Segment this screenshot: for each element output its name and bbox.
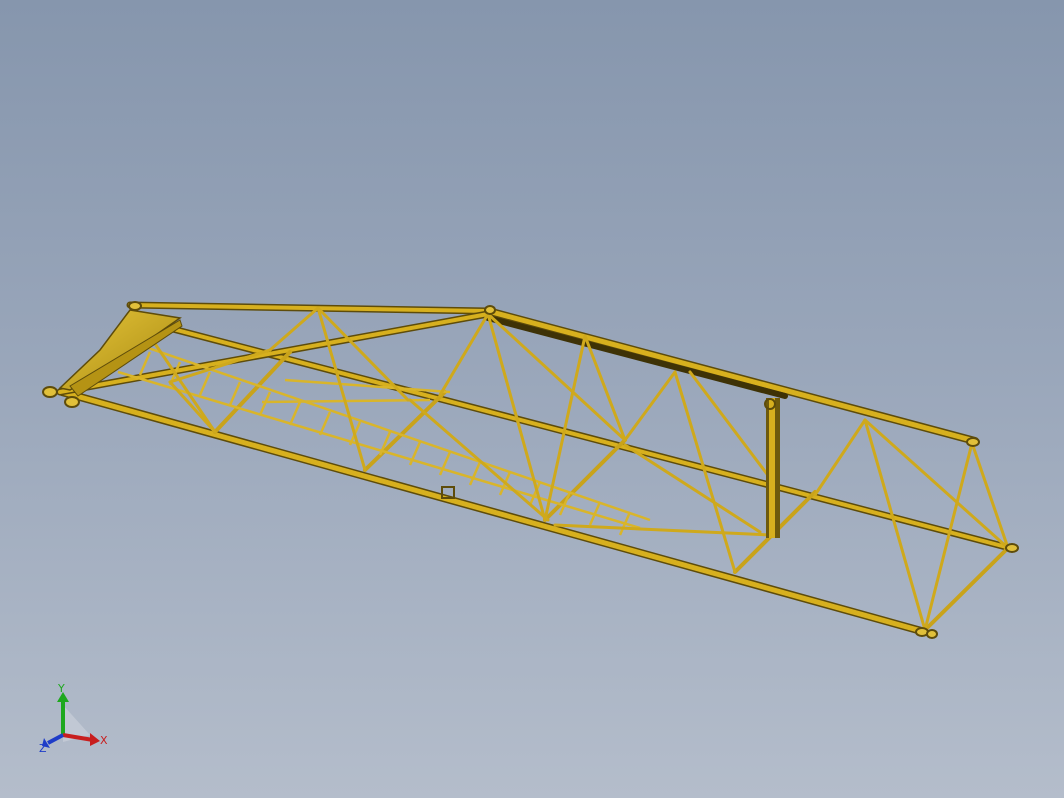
- vertical-post: [764, 398, 780, 538]
- z-axis-label: Z: [39, 742, 47, 755]
- truss-boom-model[interactable]: [0, 0, 1064, 798]
- orientation-triad[interactable]: Y X Z: [30, 680, 120, 760]
- graphics-viewport[interactable]: Y X Z: [0, 0, 1064, 798]
- lower-chords: [58, 319, 1014, 636]
- y-axis-label: Y: [57, 682, 65, 695]
- x-axis-label: X: [100, 734, 108, 747]
- cross-members: [213, 350, 1010, 632]
